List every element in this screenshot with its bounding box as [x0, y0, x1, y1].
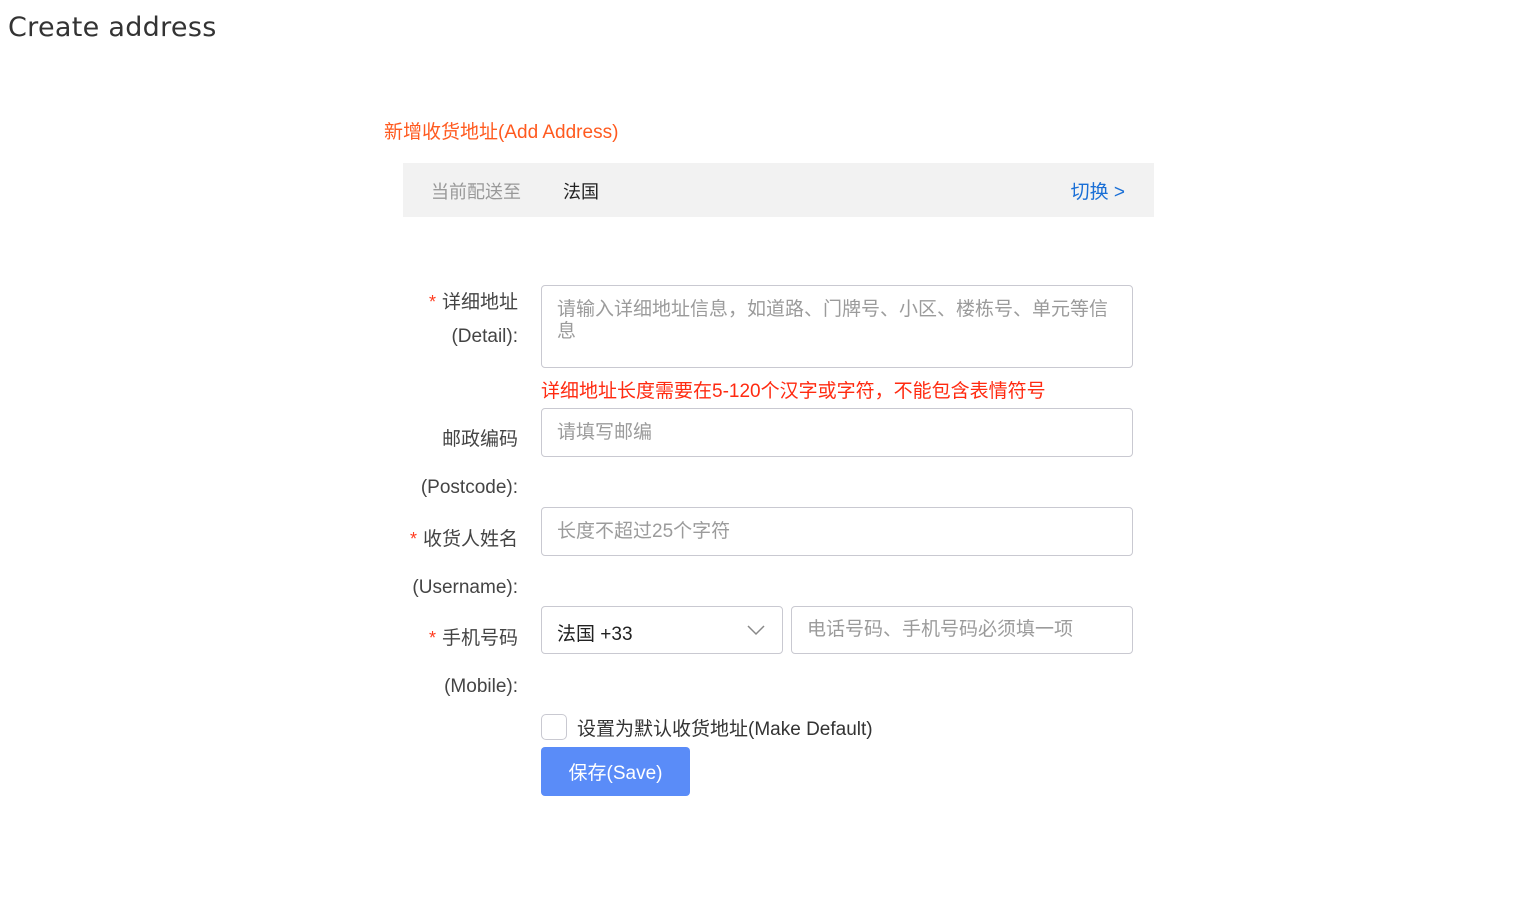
detail-label-cn: 详细地址 [441, 292, 518, 313]
detail-field[interactable] [541, 285, 1133, 368]
mobile-label-cn: 手机号码 [441, 628, 518, 649]
shipping-destination-bar: 当前配送至 法国 切换 > [403, 163, 1154, 217]
country-code-value: 法国 +33 [557, 624, 633, 645]
postcode-label-cn: 邮政编码 [441, 429, 518, 450]
postcode-input[interactable] [542, 409, 1132, 456]
postcode-label: 邮政编码 (Postcode): [421, 416, 518, 512]
make-default-label[interactable]: 设置为默认收货地址(Make Default) [577, 714, 873, 741]
detail-error-message: 详细地址长度需要在5-120个汉字或字符，不能包含表情符号 [541, 381, 1046, 402]
detail-textarea[interactable] [542, 286, 1132, 367]
page-title: Create address [8, 12, 217, 43]
required-mark: * [428, 628, 436, 648]
username-label-cn: 收货人姓名 [422, 529, 518, 550]
username-label-en: (Username): [412, 577, 518, 598]
save-button[interactable]: 保存(Save) [541, 747, 690, 796]
shipping-destination-label: 当前配送至 [431, 182, 521, 202]
section-title: 新增收货地址(Add Address) [384, 122, 619, 143]
username-input[interactable] [542, 508, 1132, 555]
postcode-label-en: (Postcode): [420, 477, 518, 498]
mobile-field[interactable] [791, 606, 1133, 654]
shipping-country: 法国 [563, 182, 599, 202]
mobile-input[interactable] [792, 607, 1132, 653]
username-label: * 收货人姓名 (Username): [410, 515, 518, 612]
required-mark: * [428, 292, 436, 312]
chevron-down-icon [747, 625, 765, 636]
postcode-field[interactable] [541, 408, 1133, 457]
username-field[interactable] [541, 507, 1133, 556]
required-mark: * [409, 529, 417, 549]
detail-label: * 详细地址 (Detail): [429, 285, 518, 354]
detail-label-en: (Detail): [451, 326, 518, 347]
mobile-label-en: (Mobile): [444, 676, 518, 697]
country-code-select[interactable]: 法国 +33 [541, 606, 783, 654]
mobile-label: * 手机号码 (Mobile): [429, 614, 518, 711]
make-default-checkbox[interactable] [541, 714, 567, 740]
switch-country-link[interactable]: 切换 > [1071, 177, 1125, 204]
